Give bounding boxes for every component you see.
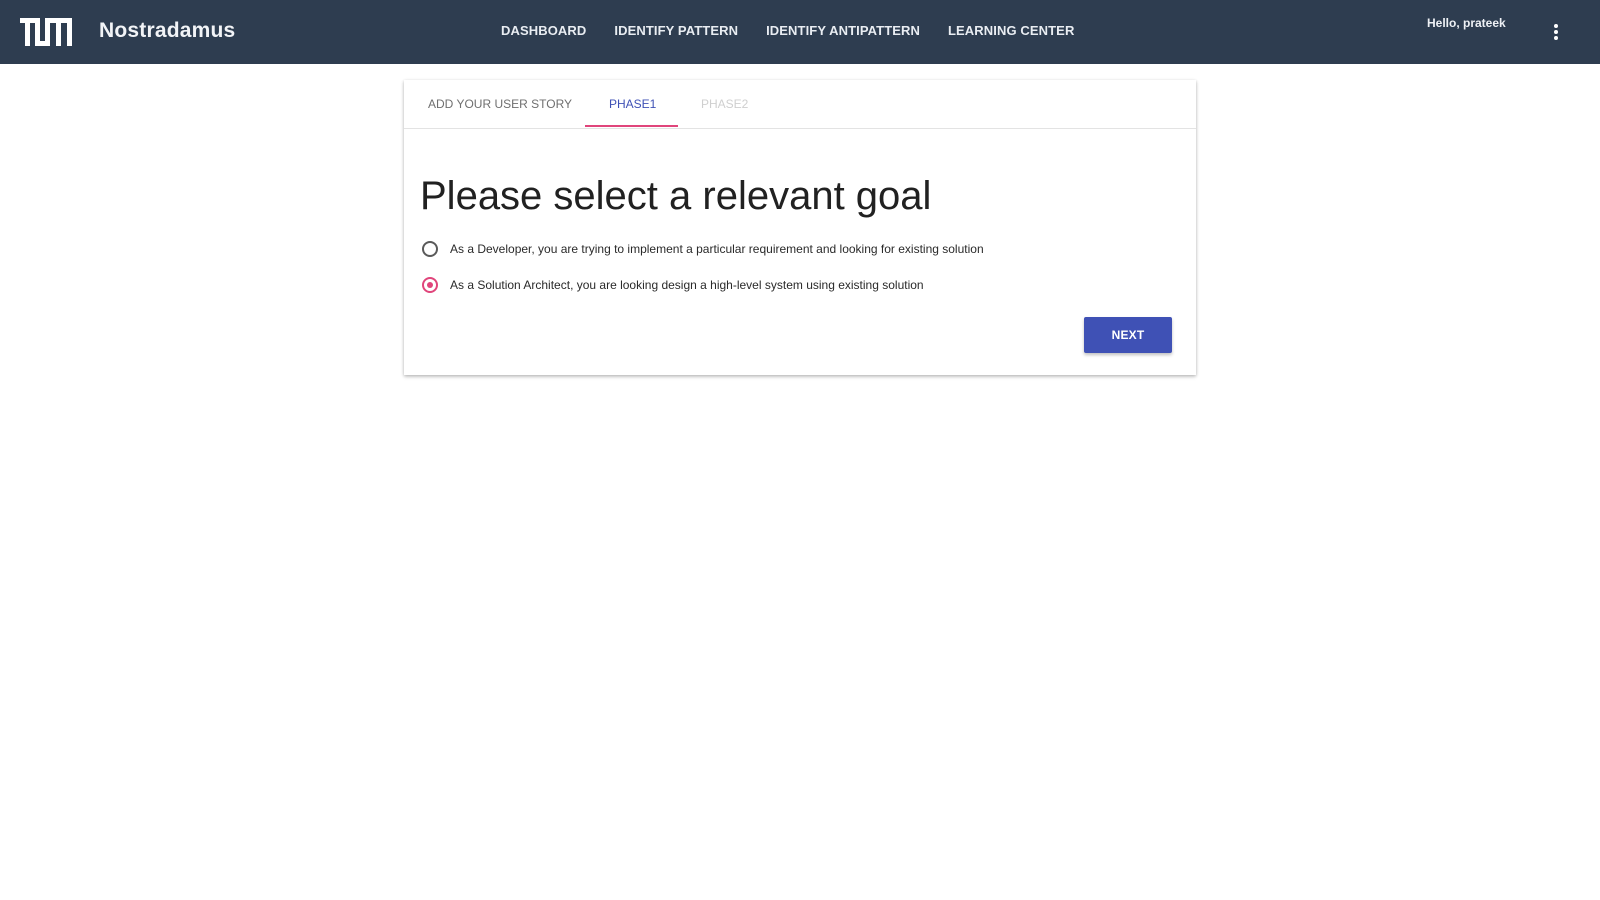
goal-card: ADD YOUR USER STORY PHASE1 PHASE2 Please…: [404, 80, 1196, 375]
tum-logo-icon[interactable]: [20, 18, 72, 46]
app-title[interactable]: Nostradamus: [99, 19, 235, 43]
radio-unchecked-icon: [422, 241, 438, 257]
nav-identify-antipattern[interactable]: IDENTIFY ANTIPATTERN: [766, 23, 920, 38]
tab-phase1[interactable]: PHASE1: [609, 97, 656, 111]
goal-option-label: As a Solution Architect, you are looking…: [450, 278, 924, 292]
goal-option-developer[interactable]: As a Developer, you are trying to implem…: [420, 238, 984, 260]
goal-option-label: As a Developer, you are trying to implem…: [450, 242, 984, 256]
radio-checked-icon: [422, 277, 438, 293]
main-nav: DASHBOARD IDENTIFY PATTERN IDENTIFY ANTI…: [501, 23, 1102, 38]
active-tab-indicator: [585, 125, 678, 127]
tab-add-user-story[interactable]: ADD YOUR USER STORY: [428, 97, 572, 111]
top-app-bar: Nostradamus DASHBOARD IDENTIFY PATTERN I…: [0, 0, 1600, 64]
more-vert-icon[interactable]: [1548, 22, 1564, 44]
nav-learning-center[interactable]: LEARNING CENTER: [948, 23, 1074, 38]
page-heading: Please select a relevant goal: [420, 174, 932, 218]
stepper-tabs: ADD YOUR USER STORY PHASE1 PHASE2: [404, 80, 1196, 129]
tab-phase2: PHASE2: [701, 97, 749, 111]
nav-identify-pattern[interactable]: IDENTIFY PATTERN: [614, 23, 738, 38]
radio-developer[interactable]: [420, 239, 440, 259]
goal-option-architect[interactable]: As a Solution Architect, you are looking…: [420, 274, 924, 296]
user-greeting: Hello, prateek: [1427, 16, 1506, 30]
radio-architect[interactable]: [420, 275, 440, 295]
nav-dashboard[interactable]: DASHBOARD: [501, 23, 586, 38]
next-button[interactable]: NEXT: [1084, 317, 1172, 353]
